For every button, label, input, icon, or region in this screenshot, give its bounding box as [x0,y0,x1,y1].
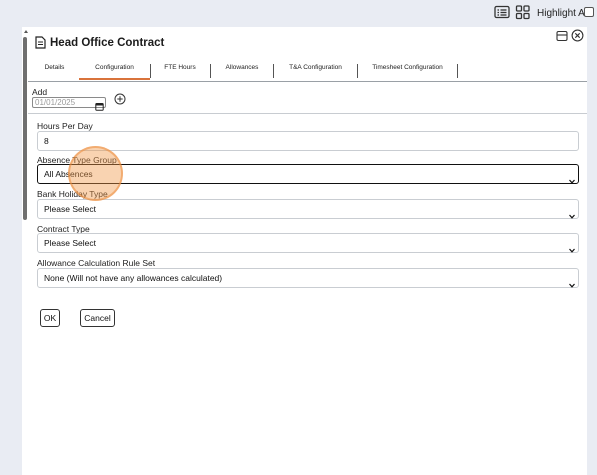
add-date-value: 01/01/2025 [35,98,76,107]
tabs-divider [28,81,587,82]
grid-view-icon[interactable] [515,5,531,20]
bank-holiday-type-select[interactable]: Please Select [37,199,579,219]
scroll-up-arrow[interactable] [24,30,28,33]
tab-separator [210,64,211,78]
top-toolbar: Highlight All [0,0,597,27]
tab-configuration[interactable]: Configuration [79,60,150,80]
scrollbar-thumb[interactable] [23,37,27,220]
allowance-rule-set-value: None (Will not have any allowances calcu… [44,273,223,283]
list-view-icon[interactable] [494,5,510,20]
click-highlight-indicator [68,146,123,201]
dialog-title: Head Office Contract [50,37,165,49]
hours-per-day-value: 8 [44,136,49,146]
allowance-rule-set-label: Allowance Calculation Rule Set [37,258,156,268]
tab-separator [150,64,151,78]
window-restore-icon[interactable] [556,29,568,43]
add-label: Add [32,87,48,97]
tab-separator [357,64,358,78]
tab-details[interactable]: Details [37,60,72,80]
bank-holiday-type-value: Please Select [44,204,96,214]
ok-button[interactable]: OK [40,309,60,327]
document-icon [35,36,46,54]
section-divider [28,113,587,114]
cancel-button[interactable]: Cancel [80,309,115,327]
tab-ta-configuration[interactable]: T&A Configuration [275,60,356,80]
tab-allowances[interactable]: Allowances [212,60,272,80]
chevron-down-icon [569,276,575,288]
highlight-all-checkbox[interactable] [584,7,594,17]
tab-timesheet-configuration[interactable]: Timesheet Configuration [359,60,456,80]
hours-per-day-input[interactable]: 8 [37,131,579,151]
hours-per-day-label: Hours Per Day [37,121,93,131]
close-circle-icon[interactable] [571,29,584,43]
highlight-all-label: Highlight All [537,8,590,19]
active-tab-indicator [79,78,150,80]
chevron-down-icon [569,172,575,184]
tab-separator [457,64,458,78]
tab-fte-hours[interactable]: FTE Hours [152,60,208,80]
tab-separator [273,64,274,78]
contract-type-value: Please Select [44,238,96,248]
contract-type-select[interactable]: Please Select [37,233,579,253]
chevron-down-icon [569,241,575,253]
allowance-rule-set-select[interactable]: None (Will not have any allowances calcu… [37,268,579,288]
add-circle-icon[interactable] [114,92,126,105]
chevron-down-icon [569,207,575,219]
